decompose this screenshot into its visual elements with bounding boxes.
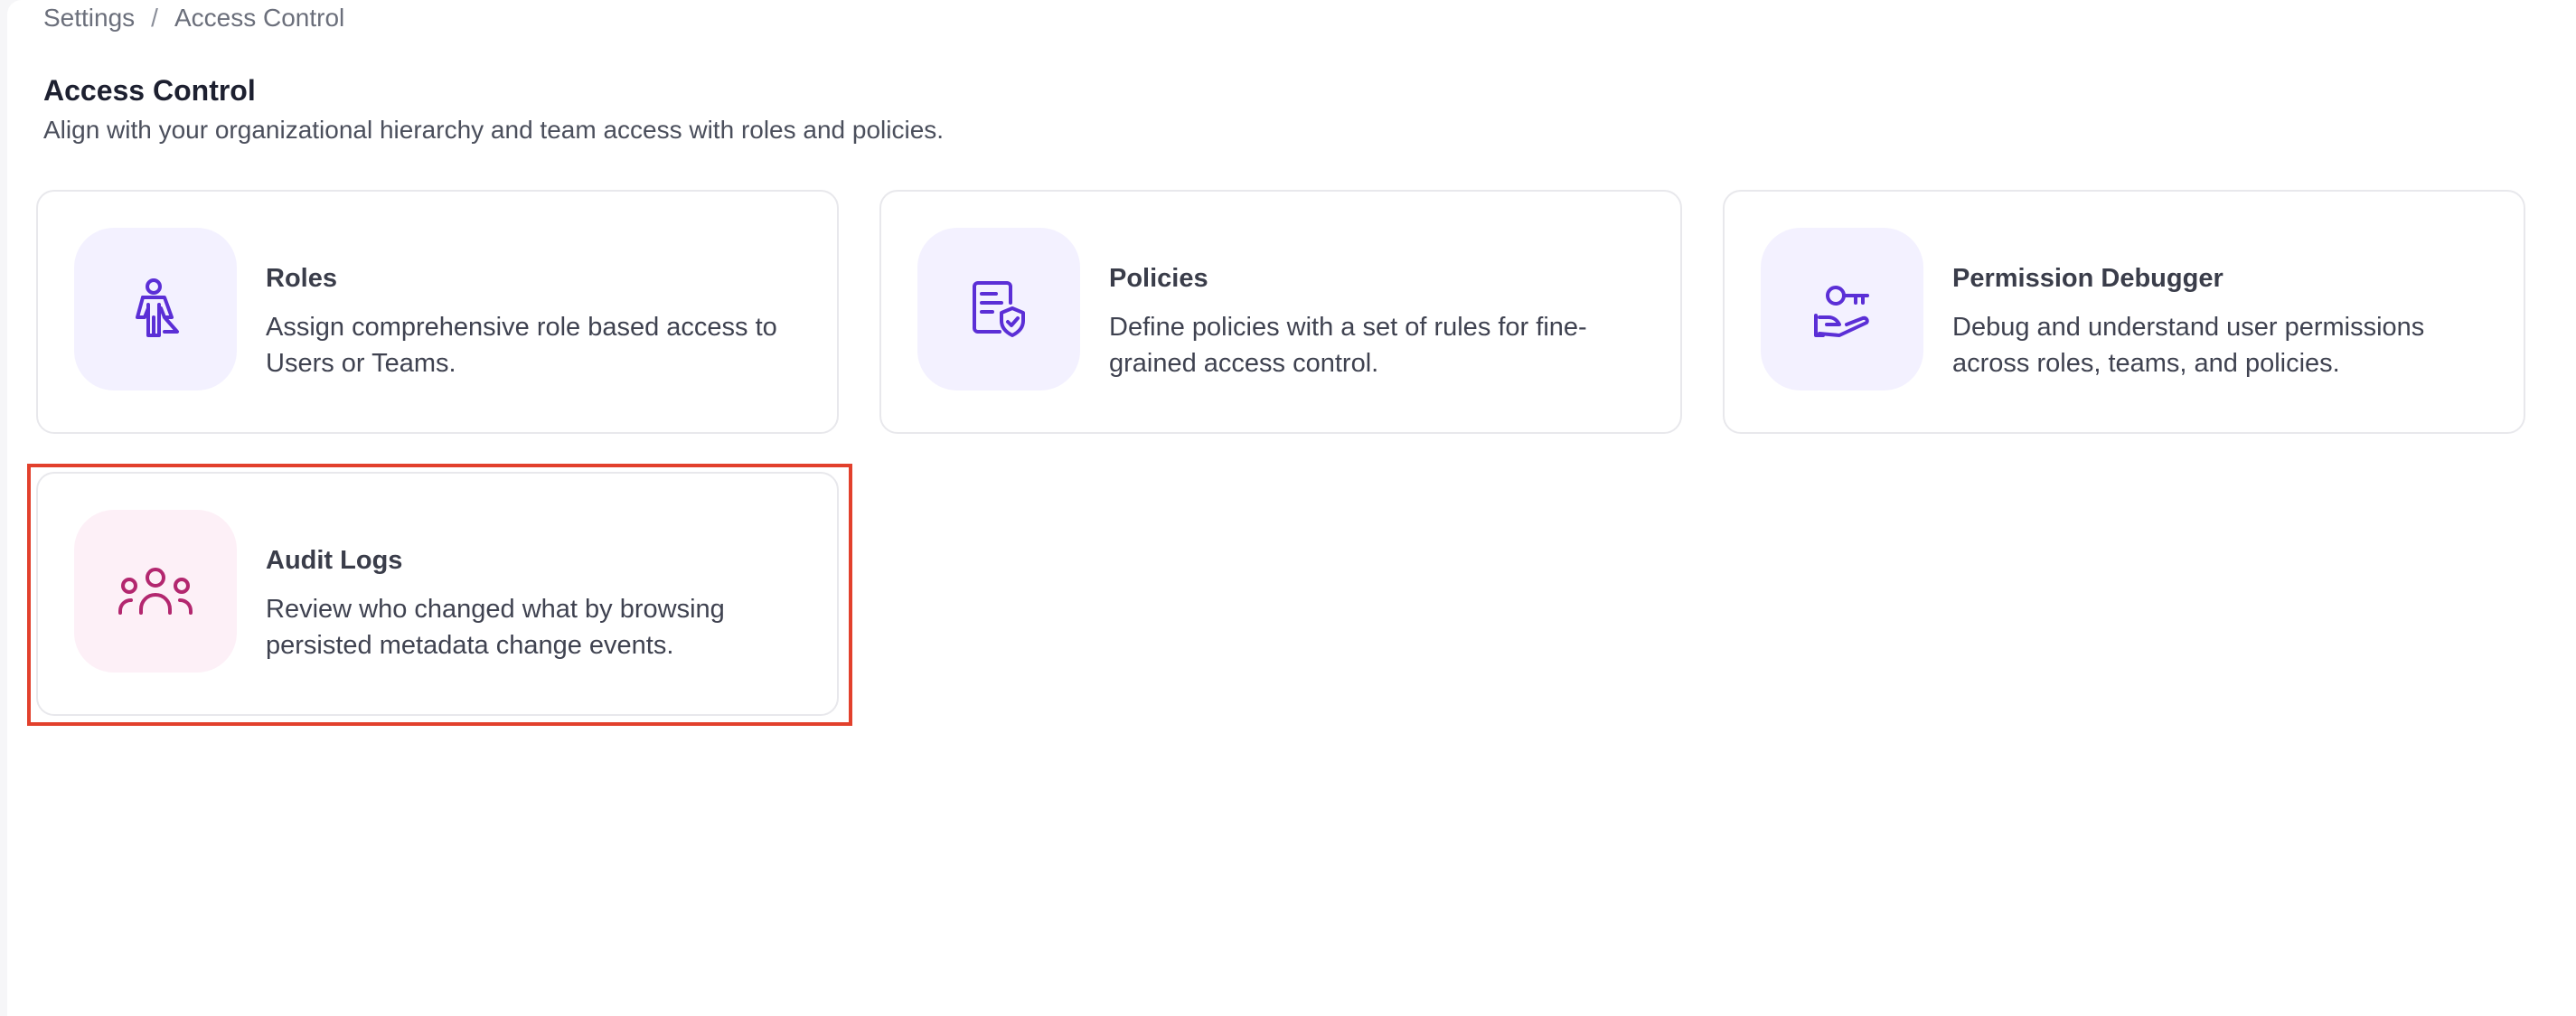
roles-card[interactable]: Roles Assign comprehensive role based ac…: [36, 190, 839, 434]
users-group-icon: [118, 568, 193, 615]
audit-logs-card-title: Audit Logs: [266, 546, 403, 575]
roles-card-description: Assign comprehensive role based access t…: [266, 313, 777, 378]
policies-card-description: Define policies with a set of rules for …: [1109, 313, 1587, 378]
breadcrumb: Settings / Access Control: [43, 0, 344, 36]
page-subtitle: Align with your organizational hierarchy…: [43, 116, 945, 144]
audit-logs-icon-box: [74, 510, 237, 673]
roles-card-title: Roles: [266, 264, 337, 293]
role-person-icon: [136, 278, 179, 337]
breadcrumb-settings-link[interactable]: Settings: [43, 4, 135, 33]
breadcrumb-current: Access Control: [174, 4, 345, 32]
audit-logs-card-description: Review who changed what by browsing pers…: [266, 595, 725, 660]
audit-logs-card[interactable]: Audit Logs Review who changed what by br…: [36, 472, 839, 716]
policies-card[interactable]: Policies Define policies with a set of r…: [879, 190, 1682, 434]
permission-debugger-card[interactable]: Permission Debugger Debug and understand…: [1723, 190, 2525, 434]
permission-debugger-card-description: Debug and understand user permissions ac…: [1952, 313, 2425, 378]
settings-panel: Settings / Access Control Access Control…: [7, 0, 2576, 1016]
policies-card-title: Policies: [1109, 264, 1208, 293]
key-hand-icon: [1814, 286, 1869, 337]
breadcrumb-separator: /: [151, 4, 158, 32]
page-title: Access Control: [43, 74, 256, 107]
policies-icon-box: [917, 228, 1080, 390]
permission-debugger-card-title: Permission Debugger: [1952, 264, 2223, 293]
policy-document-shield-icon: [973, 281, 1025, 337]
permission-debugger-icon-box: [1761, 228, 1923, 390]
roles-icon-box: [74, 228, 237, 390]
